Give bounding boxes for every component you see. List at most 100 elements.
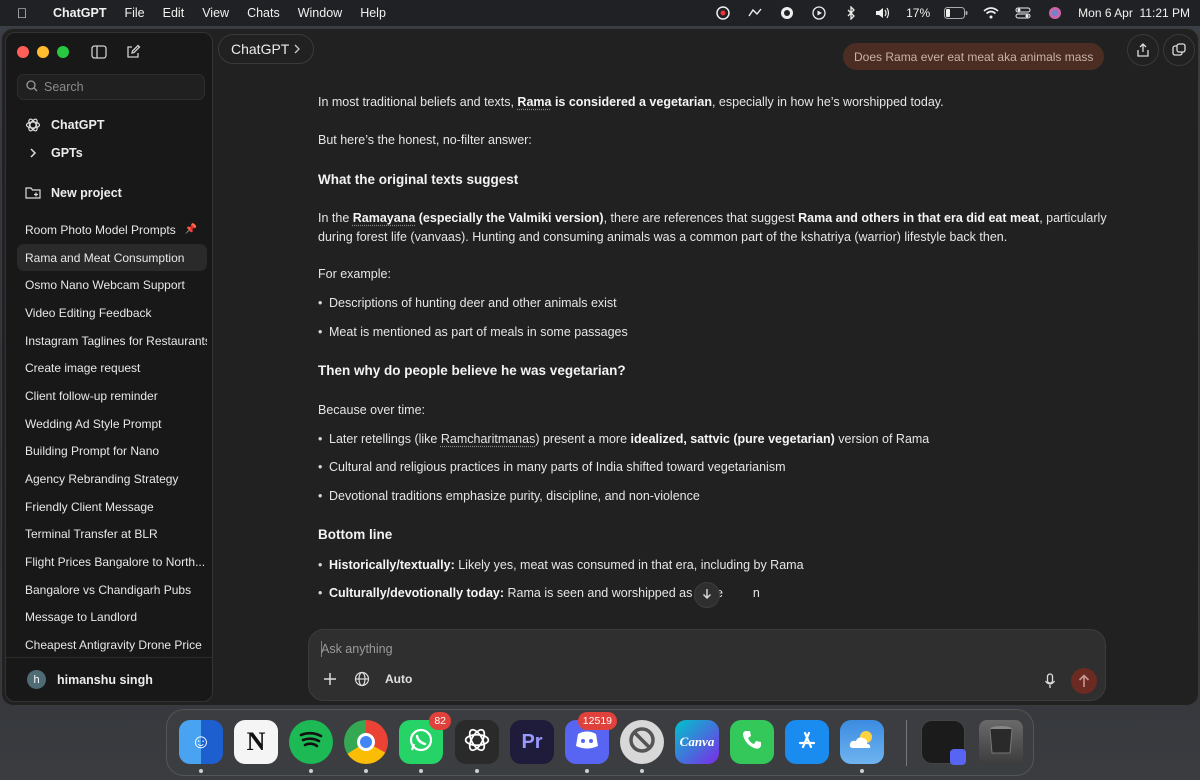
finder-icon: ☺ bbox=[190, 730, 212, 753]
chat-history-item[interactable]: Bangalore vs Chandigarh Pubs bbox=[17, 576, 207, 604]
battery-icon[interactable] bbox=[944, 4, 968, 22]
message-composer[interactable]: Ask anything Auto bbox=[308, 629, 1106, 701]
pin-icon[interactable]: 📌 bbox=[185, 224, 197, 235]
chat-history-item[interactable]: Building Prompt for Nano bbox=[17, 438, 207, 466]
dock-app-blocked[interactable] bbox=[620, 720, 664, 764]
openai-logo-icon bbox=[25, 117, 41, 133]
spotify-icon bbox=[298, 730, 324, 755]
pop-out-window-icon[interactable] bbox=[1163, 34, 1195, 66]
dock-app-spotify[interactable] bbox=[289, 720, 333, 764]
activity-icon[interactable] bbox=[746, 4, 764, 22]
search-placeholder: Search bbox=[44, 80, 84, 94]
chat-history-item[interactable]: Terminal Transfer at BLR bbox=[17, 521, 207, 549]
search-input[interactable]: Search bbox=[17, 74, 205, 100]
chat-title: Agency Rebranding Strategy bbox=[25, 472, 179, 487]
menu-app[interactable]: ChatGPT bbox=[44, 6, 115, 20]
dock-app-finder[interactable]: ☺ bbox=[179, 720, 223, 764]
dock-app-chrome[interactable] bbox=[344, 720, 388, 764]
dock: ☺ N 82 Pr 12519 Canva bbox=[166, 709, 1034, 776]
globe-icon[interactable] bbox=[353, 670, 371, 688]
chat-history-item[interactable]: Message to Landlord bbox=[17, 604, 207, 632]
dock-app-canva[interactable]: Canva bbox=[675, 720, 719, 764]
bluetooth-icon[interactable] bbox=[842, 4, 860, 22]
dock-app-discord[interactable]: 12519 bbox=[565, 712, 617, 764]
sidebar-item-new-project[interactable]: New project bbox=[17, 179, 205, 207]
chat-title: Rama and Meat Consumption bbox=[25, 250, 185, 265]
control-center-icon[interactable] bbox=[1014, 4, 1032, 22]
chat-history-item[interactable]: Wedding Ad Style Prompt bbox=[17, 410, 207, 438]
discord-unread-badge: 12519 bbox=[577, 712, 617, 730]
circle-app-icon[interactable] bbox=[778, 4, 796, 22]
arrow-down-icon bbox=[702, 588, 712, 603]
zoom-window-button[interactable] bbox=[57, 46, 69, 58]
menu-bar:  ChatGPT File Edit View Chats Window He… bbox=[0, 0, 1200, 26]
sidebar-item-gpts[interactable]: GPTs bbox=[17, 139, 205, 167]
menu-view[interactable]: View bbox=[193, 6, 238, 20]
menu-window[interactable]: Window bbox=[289, 6, 351, 20]
chat-history-item[interactable]: Agency Rebranding Strategy bbox=[17, 465, 207, 493]
dock-app-premiere[interactable]: Pr bbox=[510, 720, 554, 764]
menu-edit[interactable]: Edit bbox=[154, 6, 194, 20]
dock-app-notion[interactable]: N bbox=[234, 720, 278, 764]
menu-chats[interactable]: Chats bbox=[238, 6, 289, 20]
dock-app-chatgpt[interactable] bbox=[455, 720, 499, 764]
answer-bullet: Historically/textually: Likely yes, meat… bbox=[318, 556, 1108, 575]
discord-icon bbox=[574, 730, 600, 755]
answer-paragraph: In the Ramayana (especially the Valmiki … bbox=[318, 211, 1107, 244]
chat-title: Message to Landlord bbox=[25, 610, 138, 625]
ramcharitmanas-link[interactable]: Ramcharitmanas bbox=[441, 432, 535, 446]
trash-icon bbox=[988, 725, 1014, 760]
model-selector-button[interactable]: ChatGPT bbox=[218, 34, 315, 64]
new-chat-icon[interactable] bbox=[123, 42, 143, 62]
chat-history-item[interactable]: Osmo Nano Webcam Support bbox=[17, 271, 207, 299]
toggle-sidebar-icon[interactable] bbox=[89, 42, 109, 62]
weather-cloud-sun-icon bbox=[847, 728, 877, 757]
dock-app-weather[interactable] bbox=[840, 720, 884, 764]
chat-history-item[interactable]: Instagram Taglines for Restaurants bbox=[17, 327, 207, 355]
minimize-window-button[interactable] bbox=[37, 46, 49, 58]
scroll-to-bottom-button[interactable] bbox=[694, 582, 720, 608]
chat-history-item[interactable]: Cheapest Antigravity Drone Price bbox=[17, 631, 207, 659]
chat-history-item[interactable]: Create image request bbox=[17, 354, 207, 382]
apple-icon[interactable]:  bbox=[0, 5, 44, 21]
chat-title: Wedding Ad Style Prompt bbox=[25, 416, 162, 431]
chatgpt-window: Search ChatGPT GPTs New project Room Pho… bbox=[1, 28, 1199, 706]
answer-heading: Bottom line bbox=[318, 527, 393, 542]
clock[interactable]: Mon 6 Apr 11:21 PM bbox=[1078, 6, 1190, 20]
user-name: himanshu singh bbox=[57, 672, 153, 687]
menu-file[interactable]: File bbox=[115, 6, 153, 20]
sidebar-item-chatgpt[interactable]: ChatGPT bbox=[17, 111, 205, 139]
chat-history-item[interactable]: Video Editing Feedback bbox=[17, 299, 207, 327]
chat-history-item[interactable]: Flight Prices Bangalore to North... bbox=[17, 548, 207, 576]
sidebar-item-label: New project bbox=[51, 186, 122, 200]
chat-history-item[interactable]: Client follow-up reminder bbox=[17, 382, 207, 410]
siri-icon[interactable] bbox=[1046, 4, 1064, 22]
chat-title: Friendly Client Message bbox=[25, 499, 154, 514]
volume-icon[interactable] bbox=[874, 4, 892, 22]
mode-selector[interactable]: Auto bbox=[385, 672, 412, 686]
avatar: h bbox=[27, 670, 46, 689]
send-button[interactable] bbox=[1071, 668, 1097, 694]
ramayana-link[interactable]: Ramayana bbox=[353, 211, 416, 225]
menu-help[interactable]: Help bbox=[351, 6, 395, 20]
chat-history-item[interactable]: Room Photo Model Prompts 📌 bbox=[17, 216, 207, 244]
sidebar-item-label: GPTs bbox=[51, 146, 83, 160]
user-profile-button[interactable]: h himanshu singh bbox=[6, 657, 212, 701]
dock-app-app-store[interactable] bbox=[785, 720, 829, 764]
dock-trash[interactable] bbox=[979, 720, 1023, 764]
dock-app-phone[interactable] bbox=[730, 720, 774, 764]
answer-paragraph: In most traditional beliefs and texts, R… bbox=[318, 95, 944, 109]
whatsapp-unread-badge: 82 bbox=[429, 712, 451, 730]
dock-app-whatsapp[interactable]: 82 bbox=[399, 712, 451, 764]
chat-history-item[interactable]: Friendly Client Message bbox=[17, 493, 207, 521]
chat-title: Room Photo Model Prompts bbox=[25, 222, 176, 237]
chat-history-item-active[interactable]: Rama and Meat Consumption bbox=[17, 243, 207, 272]
record-icon[interactable] bbox=[714, 4, 732, 22]
plus-icon[interactable] bbox=[321, 670, 339, 688]
share-icon[interactable] bbox=[1127, 34, 1159, 66]
wifi-icon[interactable] bbox=[982, 4, 1000, 22]
dock-minimized-window[interactable] bbox=[921, 720, 966, 765]
close-window-button[interactable] bbox=[17, 46, 29, 58]
play-icon[interactable] bbox=[810, 4, 828, 22]
microphone-icon[interactable] bbox=[1041, 672, 1059, 690]
